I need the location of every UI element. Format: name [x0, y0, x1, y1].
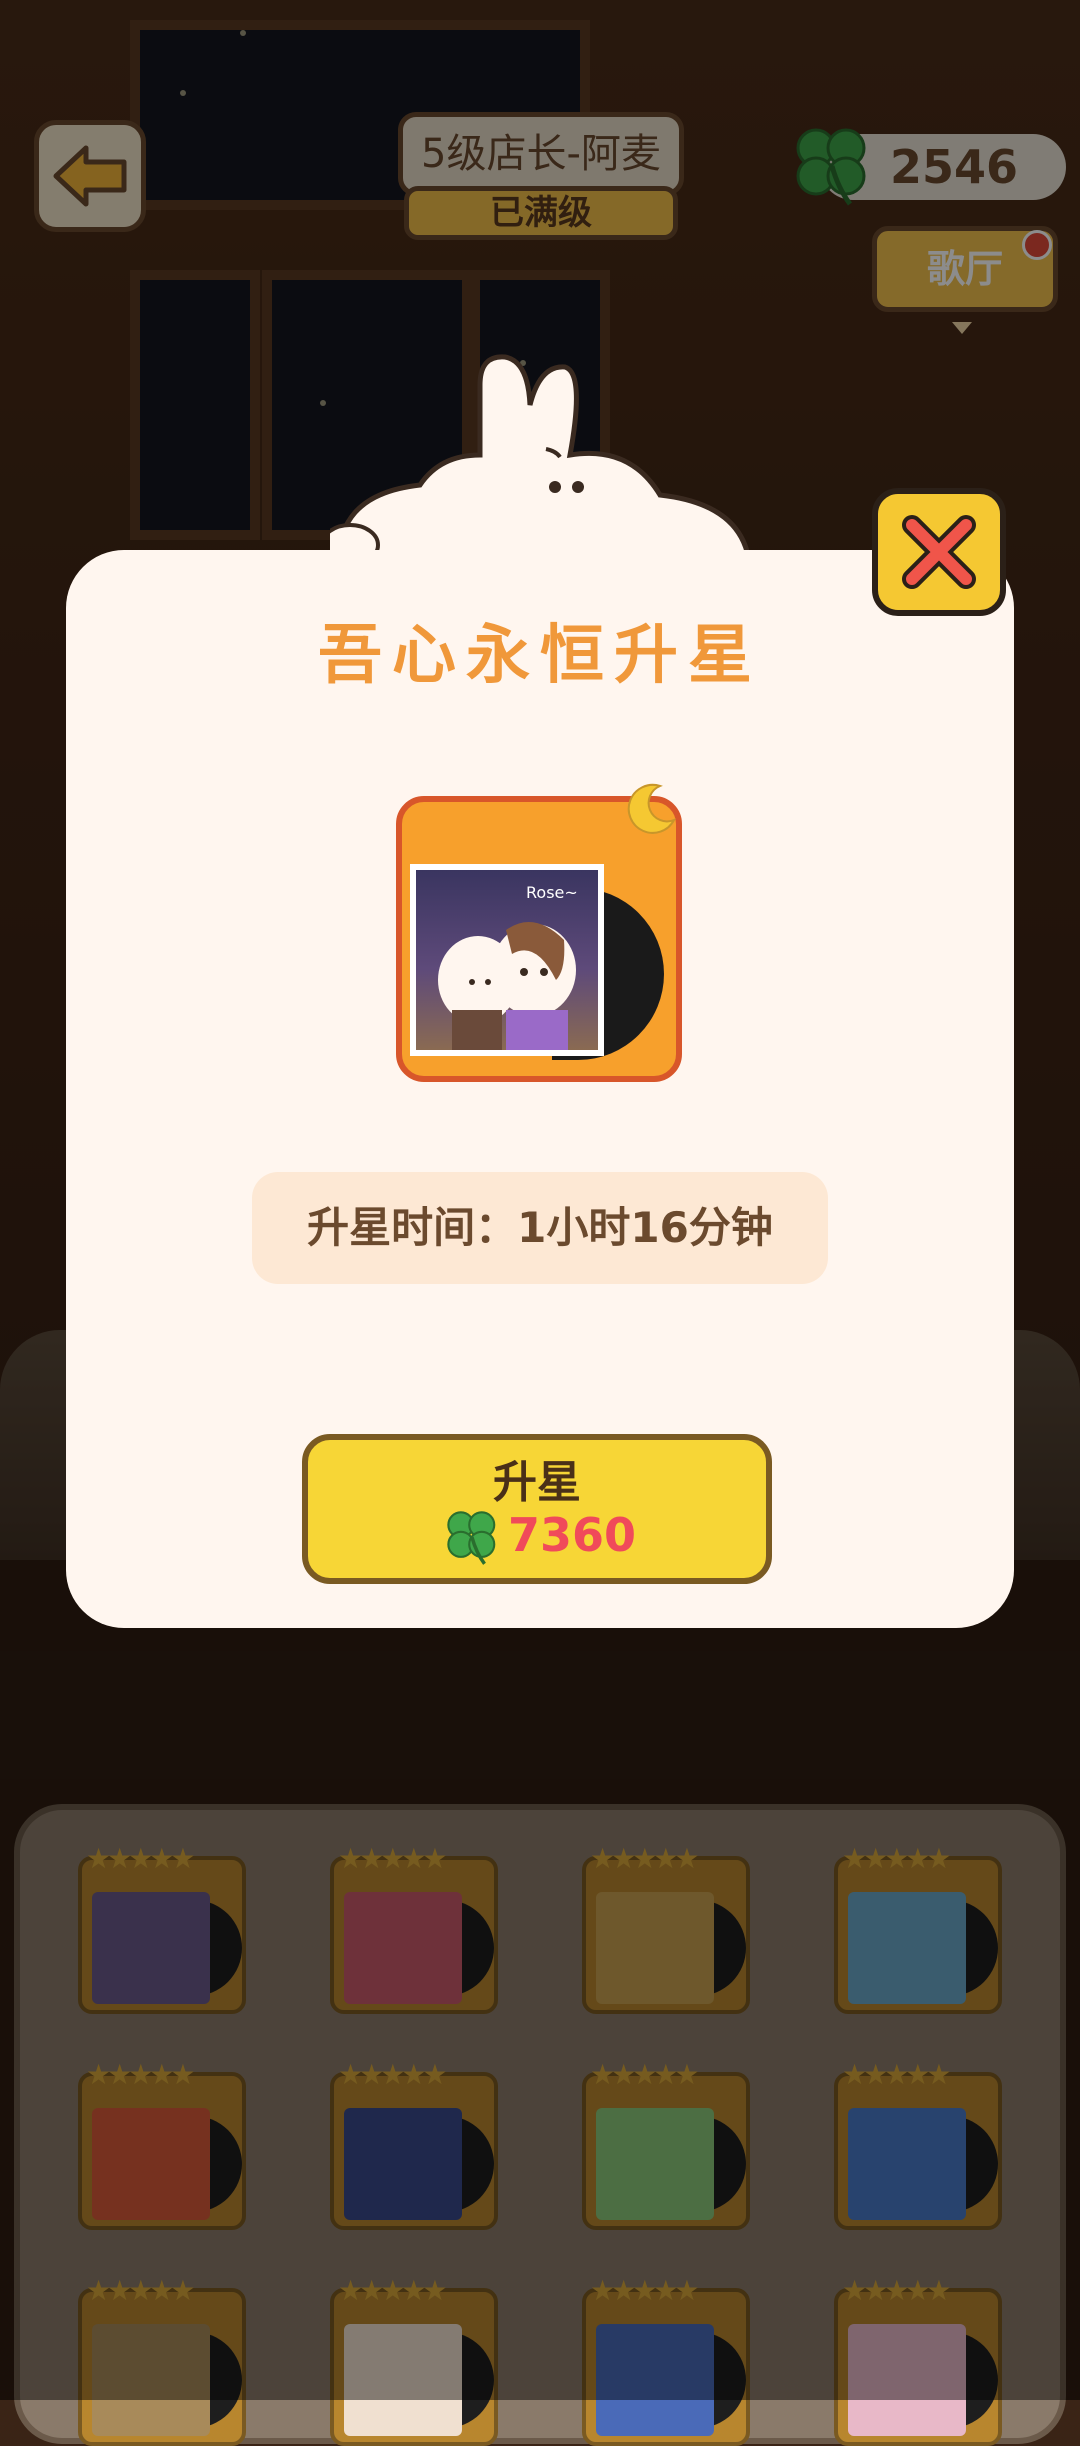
- close-button[interactable]: [872, 488, 1006, 616]
- bunny-mascot-icon: [330, 354, 753, 575]
- close-icon: [902, 515, 976, 589]
- dialog-title: 吾心永恒升星: [318, 619, 762, 693]
- album-artwork: Rose~: [410, 864, 604, 1056]
- clover-icon: [447, 1511, 496, 1565]
- album-illustration: Rose~: [438, 883, 578, 1050]
- upgrade-cost: 7360: [508, 1508, 637, 1562]
- upgrade-button-label: 升星: [493, 1457, 581, 1508]
- upgrade-time: 升星时间：1小时16分钟: [307, 1203, 773, 1252]
- moon-icon: [627, 783, 677, 834]
- album-caption: Rose~: [526, 883, 578, 902]
